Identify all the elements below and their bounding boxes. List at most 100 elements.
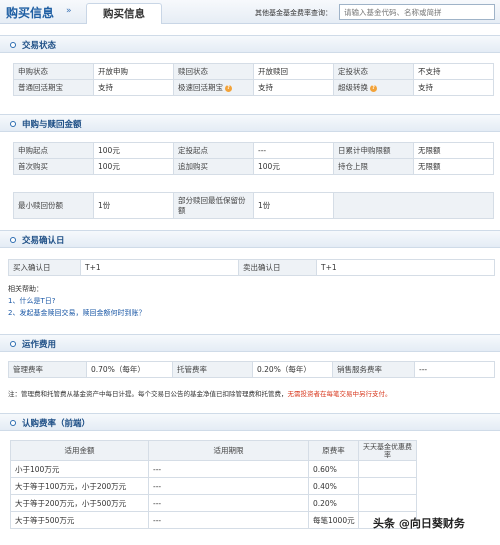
section-header-amount: 申购与赎回金额	[0, 114, 500, 132]
cell-period: ---	[148, 460, 309, 478]
note-highlight: 无需投资者在每笔交易中另行支付。	[287, 390, 392, 398]
section-header-confirm: 交易确认日	[0, 230, 500, 248]
cell-value: 100元	[253, 158, 334, 175]
cell-label: 最小赎回份额	[13, 192, 94, 219]
section-title: 交易状态	[22, 41, 57, 51]
cell-label: 极速回活期宝?	[173, 79, 254, 96]
cell-label: 超级转换?	[333, 79, 414, 96]
table-row: 大于等于200万元，小于500万元 --- 0.20%	[10, 494, 417, 512]
fee-query-label: 其他基金基金费率查询：	[255, 9, 332, 17]
note-text: 注：管理费和托管费从基金资产中每日计提。每个交易日公告的基金净值已扣除管理费和托…	[8, 390, 288, 398]
cell-label: 买入确认日	[8, 259, 81, 276]
cell-empty	[333, 192, 494, 219]
cell-label: 日累计申购限额	[333, 142, 414, 159]
cell-label: 定投起点	[173, 142, 254, 159]
cell-period: ---	[148, 477, 309, 495]
cell-value: 100元	[93, 142, 174, 159]
cell-discount	[358, 494, 417, 512]
cell-label: 追加购买	[173, 158, 254, 175]
page-header: 购买信息 » 购买信息 其他基金基金费率查询：	[0, 0, 500, 24]
table-row: 大于等于500万元 --- 每笔1000元	[10, 511, 417, 529]
cell-rate: 每笔1000元	[308, 511, 359, 529]
column-header: 适用金额	[10, 440, 149, 461]
label-text: 极速回活期宝	[178, 83, 223, 92]
bullet-icon	[10, 121, 16, 127]
column-header: 原费率	[308, 440, 359, 461]
cell-rate: 0.60%	[308, 460, 359, 478]
cell-label: 申购状态	[13, 63, 94, 80]
cell-label: 申购起点	[13, 142, 94, 159]
cell-value: 开放赎回	[253, 63, 334, 80]
bullet-icon	[10, 42, 16, 48]
cell-value: 1份	[93, 192, 174, 219]
section-header-subscribe-fee: 认购费率（前端）	[0, 413, 500, 431]
table-row: 申购起点 100元 定投起点 --- 日累计申购限额 无限额	[13, 142, 494, 159]
column-header: 天天基金优惠费率	[358, 440, 417, 461]
table-row: 小于100万元 --- 0.60%	[10, 460, 417, 478]
cell-period: ---	[148, 494, 309, 512]
cell-label: 卖出确认日	[238, 259, 317, 276]
cell-label: 持仓上限	[333, 158, 414, 175]
cell-value: 0.20%（每年）	[252, 361, 333, 378]
section-title: 认购费率（前端）	[22, 419, 91, 429]
table-row: 申购状态 开放申购 赎回状态 开放赎回 定投状态 不支持	[13, 63, 494, 80]
table-row: 最小赎回份额 1份 部分赎回最低保留份额 1份	[13, 192, 494, 219]
table-row: 管理费率 0.70%（每年） 托管费率 0.20%（每年） 销售服务费率 ---	[8, 361, 495, 378]
cell-value: T+1	[80, 259, 239, 276]
section-title: 交易确认日	[22, 236, 65, 246]
subscribe-fee-table: 适用金额 适用期限 原费率 天天基金优惠费率 小于100万元 --- 0.60%…	[10, 440, 417, 529]
watermark: 头条 @向日葵财务	[373, 517, 465, 530]
help-link[interactable]: 1、什么是T日?	[8, 297, 55, 305]
tab-purchase-info[interactable]: 购买信息	[86, 3, 162, 24]
cell-discount	[358, 460, 417, 478]
cell-value: 无限额	[413, 158, 494, 175]
cell-value: ---	[253, 142, 334, 159]
help-link-t-day[interactable]: 1、什么是T日?	[8, 296, 55, 306]
help-link-redeem[interactable]: 2、发起基金赎回交易，赎回金额何时到账？	[8, 308, 145, 318]
amount-table: 申购起点 100元 定投起点 --- 日累计申购限额 无限额 首次购买 100元…	[13, 142, 494, 175]
cell-value: 无限额	[413, 142, 494, 159]
trade-status-table: 申购状态 开放申购 赎回状态 开放赎回 定投状态 不支持 普通回活期宝 支持 极…	[13, 63, 494, 96]
bullet-icon	[10, 237, 16, 243]
cell-label: 普通回活期宝	[13, 79, 94, 96]
cell-amount: 大于等于200万元，小于500万元	[10, 494, 149, 512]
fund-search-input[interactable]	[339, 4, 495, 20]
page-title: 购买信息	[6, 6, 55, 20]
help-link[interactable]: 2、发起基金赎回交易，赎回金额何时到账？	[8, 309, 145, 317]
cell-value: T+1	[316, 259, 495, 276]
cell-value: 100元	[93, 158, 174, 175]
column-header: 适用期限	[148, 440, 309, 461]
cell-amount: 大于等于100万元，小于200万元	[10, 477, 149, 495]
table-row: 买入确认日 T+1 卖出确认日 T+1	[8, 259, 495, 276]
min-redeem-table: 最小赎回份额 1份 部分赎回最低保留份额 1份	[13, 192, 494, 219]
cell-discount	[358, 477, 417, 495]
cell-label: 首次购买	[13, 158, 94, 175]
cell-value: 支持	[413, 79, 494, 96]
cell-value: 支持	[93, 79, 174, 96]
cell-label: 赎回状态	[173, 63, 254, 80]
cell-value: 开放申购	[93, 63, 174, 80]
table-header-row: 适用金额 适用期限 原费率 天天基金优惠费率	[10, 440, 417, 461]
section-header-trade-status: 交易状态	[0, 35, 500, 53]
table-row: 大于等于100万元，小于200万元 --- 0.40%	[10, 477, 417, 495]
bullet-icon	[10, 420, 16, 426]
bullet-icon	[10, 341, 16, 347]
cell-value: 1份	[253, 192, 334, 219]
cell-value: 支持	[253, 79, 334, 96]
cell-label: 部分赎回最低保留份额	[173, 192, 254, 219]
help-icon[interactable]: ?	[370, 84, 377, 92]
cell-period: ---	[148, 511, 309, 529]
cell-label: 销售服务费率	[332, 361, 415, 378]
section-title: 运作费用	[22, 340, 57, 350]
confirm-table: 买入确认日 T+1 卖出确认日 T+1	[8, 259, 495, 276]
help-icon[interactable]: ?	[225, 84, 232, 92]
fees-note: 注：管理费和托管费从基金资产中每日计提。每个交易日公告的基金净值已扣除管理费和托…	[8, 388, 392, 398]
cell-value: 0.70%（每年）	[86, 361, 173, 378]
cell-amount: 小于100万元	[10, 460, 149, 478]
cell-rate: 0.20%	[308, 494, 359, 512]
double-arrow-icon: »	[66, 6, 72, 16]
cell-label: 管理费率	[8, 361, 87, 378]
label-text: 超级转换	[338, 83, 368, 92]
cell-label: 定投状态	[333, 63, 414, 80]
cell-amount: 大于等于500万元	[10, 511, 149, 529]
